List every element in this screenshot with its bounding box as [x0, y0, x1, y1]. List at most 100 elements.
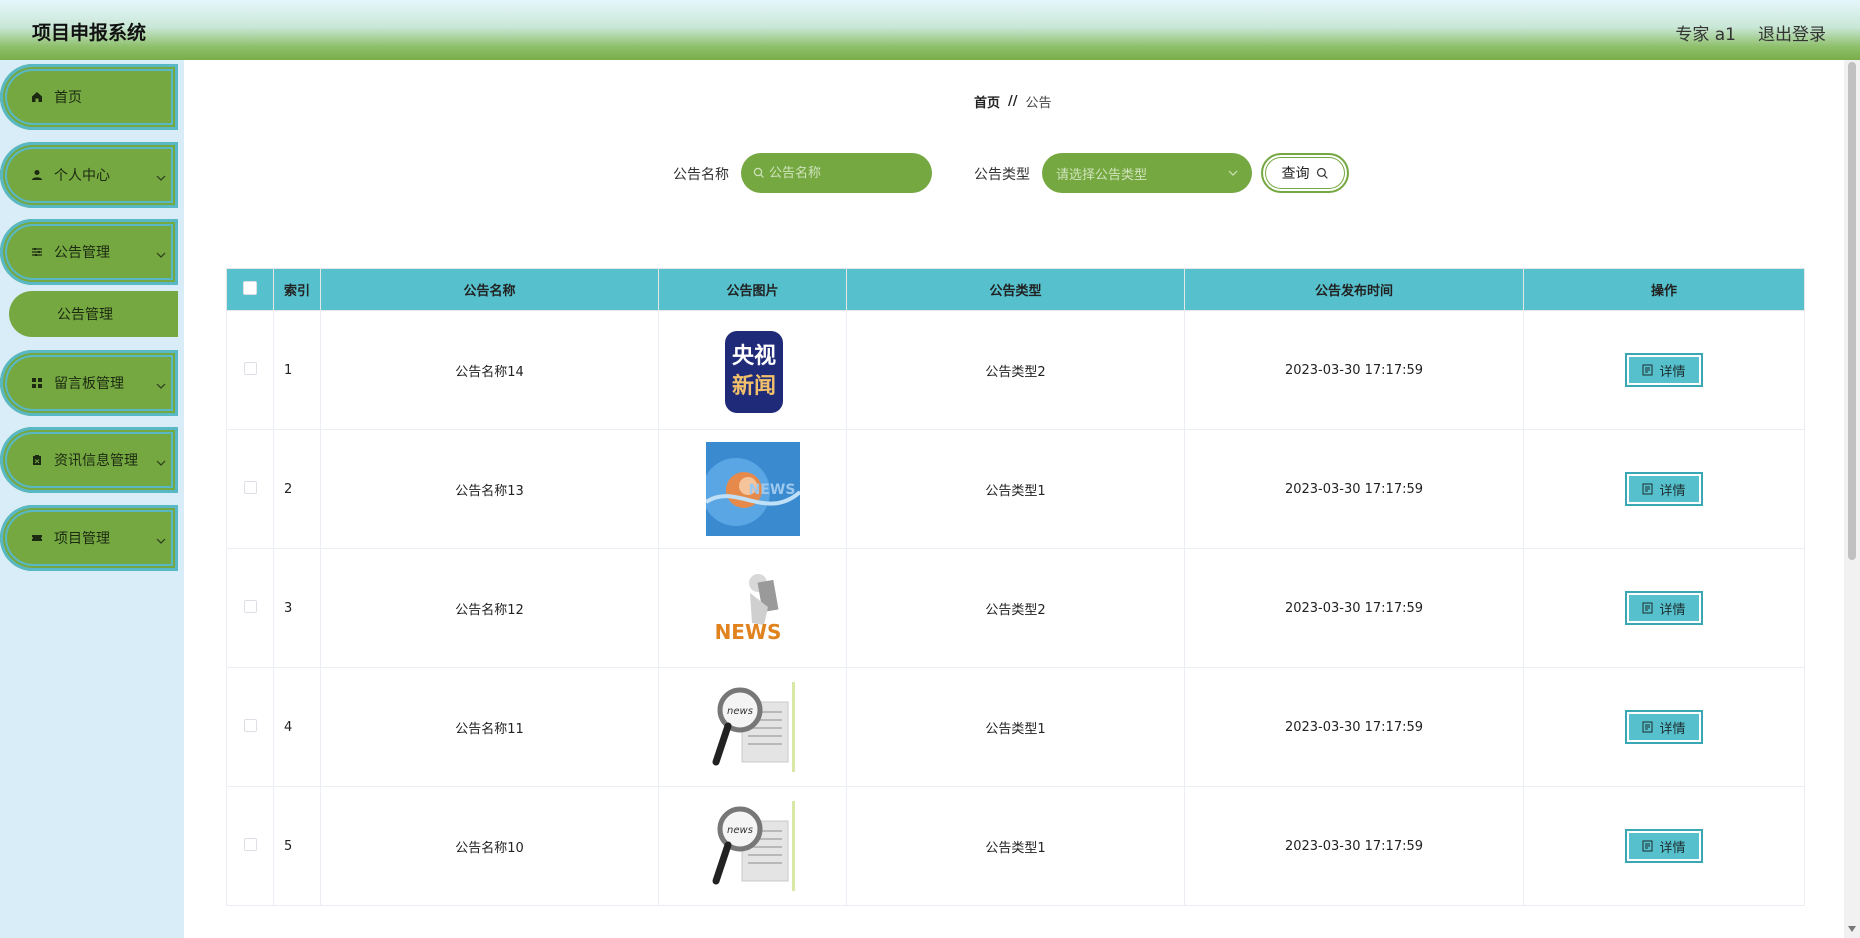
- search-icon: [753, 167, 765, 179]
- sidebar-item-message-board[interactable]: 留言板管理: [0, 350, 178, 416]
- scroll-down-arrow-icon[interactable]: [1848, 926, 1856, 932]
- notice-type-placeholder: 请选择公告类型: [1056, 167, 1148, 183]
- row-actions: 详情: [1523, 786, 1805, 906]
- user-label[interactable]: 专家 a1: [1675, 20, 1736, 45]
- detail-button[interactable]: 详情: [1625, 591, 1703, 625]
- notice-type-select[interactable]: 请选择公告类型: [1042, 153, 1252, 193]
- row-type: 公告类型1: [846, 429, 1185, 549]
- row-name: 公告名称12: [320, 548, 659, 668]
- sidebar-item-label: 首页: [54, 90, 82, 106]
- news-figure-image: NEWS: [705, 561, 800, 655]
- scrollbar-thumb[interactable]: [1848, 62, 1856, 560]
- sidebar-item-project-management[interactable]: 项目管理: [0, 505, 178, 571]
- document-icon: [1642, 721, 1653, 733]
- svg-text:央视: 央视: [731, 343, 775, 369]
- row-checkbox[interactable]: [243, 480, 257, 494]
- row-name: 公告名称13: [320, 429, 659, 549]
- detail-button-label: 详情: [1659, 721, 1686, 737]
- column-header-type: 公告类型: [846, 268, 1185, 311]
- detail-button[interactable]: 详情: [1625, 829, 1703, 863]
- table-row: 3 公告名称12 NEWS 公告类型2 2023-03-30 17:17:59: [226, 548, 1805, 668]
- detail-button-label: 详情: [1659, 840, 1686, 856]
- document-icon: [1642, 483, 1653, 495]
- row-time: 2023-03-30 17:17:59: [1184, 429, 1524, 549]
- svg-text:news: news: [727, 825, 753, 836]
- sidebar-item-news-management[interactable]: 资讯信息管理: [0, 427, 178, 493]
- logout-link[interactable]: 退出登录: [1758, 20, 1826, 45]
- row-index: 1: [273, 310, 321, 430]
- row-image-cell: news: [658, 667, 847, 787]
- svg-text:news: news: [727, 706, 753, 717]
- select-all-checkbox[interactable]: [243, 280, 257, 295]
- magnifier-newspaper-image: news: [705, 799, 800, 893]
- sidebar-item-notice-management[interactable]: 公告管理: [0, 219, 178, 285]
- chevron-down-icon: [156, 455, 166, 471]
- main-content: 首页 // 公告 公告名称 公告类型 请选择公告类型 查询: [184, 60, 1844, 938]
- row-type: 公告类型1: [846, 786, 1185, 906]
- clipboard-icon: [30, 453, 44, 467]
- home-icon: [30, 90, 44, 104]
- notice-name-label: 公告名称: [673, 167, 729, 183]
- detail-button[interactable]: 详情: [1625, 353, 1703, 387]
- breadcrumb-separator: //: [1008, 94, 1018, 109]
- magnifier-newspaper-image: news: [705, 680, 800, 774]
- sliders-icon: [30, 245, 44, 259]
- detail-button[interactable]: 详情: [1625, 472, 1703, 506]
- row-index: 2: [273, 429, 321, 549]
- row-image-cell: NEWS: [658, 429, 847, 549]
- detail-button-label: 详情: [1659, 602, 1686, 618]
- globe-news-image: NEWS: [705, 442, 800, 536]
- row-time: 2023-03-30 17:17:59: [1184, 310, 1524, 430]
- header-right: 专家 a1 退出登录: [1675, 20, 1826, 45]
- table-row: 4 公告名称11 news 公告类型1 2023-03-30 17:17:59 …: [226, 667, 1805, 787]
- row-type: 公告类型2: [846, 310, 1185, 430]
- sidebar-item-label: 公告管理: [54, 245, 110, 261]
- row-checkbox[interactable]: [243, 718, 257, 732]
- row-type: 公告类型2: [846, 548, 1185, 668]
- row-index: 5: [273, 786, 321, 906]
- breadcrumb: 首页 // 公告: [974, 92, 1052, 111]
- user-icon: [30, 168, 44, 182]
- row-actions: 详情: [1523, 310, 1805, 430]
- row-type: 公告类型1: [846, 667, 1185, 787]
- row-actions: 详情: [1523, 667, 1805, 787]
- sidebar-item-label: 个人中心: [54, 168, 110, 184]
- notice-name-input[interactable]: [769, 165, 932, 181]
- column-header-actions: 操作: [1523, 268, 1805, 311]
- sidebar-item-home[interactable]: 首页: [0, 64, 178, 130]
- sidebar-subitem-notice-management[interactable]: 公告管理: [9, 291, 178, 337]
- breadcrumb-current: 公告: [1025, 96, 1052, 111]
- column-header-index: 索引: [273, 268, 321, 311]
- query-button[interactable]: 查询: [1261, 153, 1349, 193]
- table-header-row: 索引 公告名称 公告图片 公告类型 公告发布时间 操作: [226, 268, 1805, 311]
- app-title: 项目申报系统: [32, 22, 147, 44]
- row-name: 公告名称11: [320, 667, 659, 787]
- column-header-image: 公告图片: [658, 268, 847, 311]
- grid-icon: [30, 376, 44, 390]
- page-scrollbar[interactable]: [1844, 60, 1860, 938]
- row-image-cell: 央视 新闻: [658, 310, 847, 430]
- detail-button[interactable]: 详情: [1625, 710, 1703, 744]
- column-header-time: 公告发布时间: [1184, 268, 1524, 311]
- svg-text:NEWS: NEWS: [748, 482, 795, 498]
- sidebar: 首页 个人中心 公告管理 公告管理 留言板管理 资讯信息管理 项目管理: [0, 60, 184, 938]
- query-button-label: 查询: [1281, 166, 1310, 182]
- svg-text:新闻: 新闻: [731, 373, 775, 399]
- detail-button-label: 详情: [1659, 364, 1686, 380]
- top-header: 项目申报系统 专家 a1 退出登录: [0, 0, 1860, 60]
- row-checkbox[interactable]: [243, 599, 257, 613]
- breadcrumb-home[interactable]: 首页: [974, 92, 1000, 111]
- chevron-down-icon: [156, 170, 166, 186]
- row-checkbox[interactable]: [243, 837, 257, 851]
- row-time: 2023-03-30 17:17:59: [1184, 786, 1524, 906]
- table-row: 5 公告名称10 news 公告类型1 2023-03-30 17:17:59 …: [226, 786, 1805, 906]
- sidebar-item-personal[interactable]: 个人中心: [0, 142, 178, 208]
- row-actions: 详情: [1523, 548, 1805, 668]
- chevron-down-icon: [1228, 169, 1238, 177]
- table-row: 1 公告名称14 央视 新闻 公告类型2 2023-03-30 17:17:59: [226, 310, 1805, 430]
- row-checkbox[interactable]: [243, 361, 257, 375]
- search-icon: [1316, 167, 1329, 180]
- notice-name-field[interactable]: [741, 153, 932, 193]
- notice-table: 索引 公告名称 公告图片 公告类型 公告发布时间 操作 1 公告名称14 央视 …: [226, 268, 1805, 906]
- chevron-down-icon: [156, 378, 166, 394]
